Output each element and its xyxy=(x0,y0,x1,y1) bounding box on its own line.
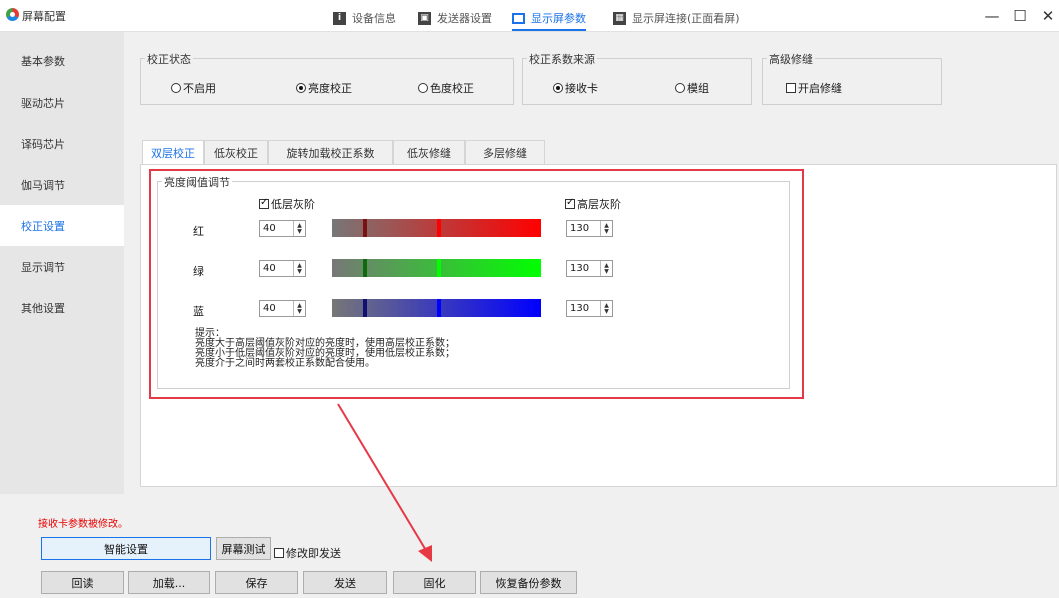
send-button[interactable]: 发送 xyxy=(303,571,387,594)
tab-label: 显示屏连接(正面看屏) xyxy=(632,12,740,25)
radio-chroma-correction[interactable]: 色度校正 xyxy=(418,80,474,96)
maximize-icon[interactable]: ☐ xyxy=(1008,4,1032,28)
tab-rotate-load[interactable]: 旋转加载校正系数 xyxy=(268,140,393,164)
solidify-button[interactable]: 固化 xyxy=(393,571,476,594)
info-icon: i xyxy=(333,11,346,25)
tab-low-gray[interactable]: 低灰校正 xyxy=(204,140,268,164)
display-settings-icon xyxy=(512,12,525,24)
sidebar: 基本参数 驱动芯片 译码芯片 伽马调节 校正设置 显示调节 其他设置 xyxy=(0,32,124,494)
tab-screen-connection[interactable]: ▦ 显示屏连接(正面看屏) xyxy=(613,7,740,29)
status-message: 接收卡参数被修改。 xyxy=(38,519,128,530)
tab-low-gray-seam[interactable]: 低灰修缝 xyxy=(393,140,465,164)
enable-seam-checkbox[interactable]: 开启修缝 xyxy=(786,80,842,96)
tab-label: 显示屏参数 xyxy=(531,12,586,25)
restore-backup-button[interactable]: 恢复备份参数 xyxy=(480,571,577,594)
sidebar-item-decoder-chip[interactable]: 译码芯片 xyxy=(0,123,124,164)
title-bar: 屏幕配置 i 设备信息 ▣ 发送器设置 显示屏参数 ▦ 显示屏连接(正面看屏) … xyxy=(0,0,1059,32)
sidebar-item-driver-chip[interactable]: 驱动芯片 xyxy=(0,82,124,123)
readback-button[interactable]: 回读 xyxy=(41,571,124,594)
radio-button[interactable] xyxy=(296,83,306,93)
sender-icon: ▣ xyxy=(418,11,431,25)
sidebar-item-display-adjust[interactable]: 显示调节 xyxy=(0,246,124,287)
checkbox[interactable] xyxy=(274,548,284,558)
close-icon[interactable]: ✕ xyxy=(1036,4,1059,28)
radio-button[interactable] xyxy=(675,83,685,93)
smart-setup-button[interactable]: 智能设置 xyxy=(41,537,211,560)
send-on-modify-checkbox[interactable]: 修改即发送 xyxy=(274,545,341,561)
highlight-frame xyxy=(149,169,804,399)
active-tab-underline xyxy=(512,29,586,31)
screen-connect-icon: ▦ xyxy=(613,11,626,25)
sidebar-item-other[interactable]: 其他设置 xyxy=(0,287,124,328)
tab-multi-layer-seam[interactable]: 多层修缝 xyxy=(465,140,545,164)
window-title: 屏幕配置 xyxy=(22,10,66,23)
radio-receiver-card[interactable]: 接收卡 xyxy=(553,80,598,96)
sidebar-item-basic[interactable]: 基本参数 xyxy=(0,40,124,81)
group-title: 校正状态 xyxy=(145,51,193,67)
screen-test-button[interactable]: 屏幕测试 xyxy=(216,537,271,560)
sidebar-item-gamma[interactable]: 伽马调节 xyxy=(0,164,124,205)
tab-label: 设备信息 xyxy=(352,12,396,25)
minimize-icon[interactable]: — xyxy=(980,4,1004,28)
app-logo-icon xyxy=(6,8,19,21)
checkbox[interactable] xyxy=(786,83,796,93)
save-button[interactable]: 保存 xyxy=(215,571,298,594)
radio-disable[interactable]: 不启用 xyxy=(171,80,216,96)
radio-button[interactable] xyxy=(418,83,428,93)
radio-module[interactable]: 模组 xyxy=(675,80,709,96)
radio-button[interactable] xyxy=(553,83,563,93)
tab-display-params[interactable]: 显示屏参数 xyxy=(512,7,586,31)
radio-button[interactable] xyxy=(171,83,181,93)
group-title: 高级修缝 xyxy=(767,51,815,67)
tab-label: 发送器设置 xyxy=(437,12,492,25)
load-button[interactable]: 加载... xyxy=(128,571,210,594)
sidebar-item-correction[interactable]: 校正设置 xyxy=(0,205,124,246)
tab-double-layer[interactable]: 双层校正 xyxy=(142,140,204,165)
group-title: 校正系数来源 xyxy=(527,51,597,67)
tab-device-info[interactable]: i 设备信息 xyxy=(333,7,396,29)
radio-brightness-correction[interactable]: 亮度校正 xyxy=(296,80,352,96)
tab-sender-settings[interactable]: ▣ 发送器设置 xyxy=(418,7,492,29)
